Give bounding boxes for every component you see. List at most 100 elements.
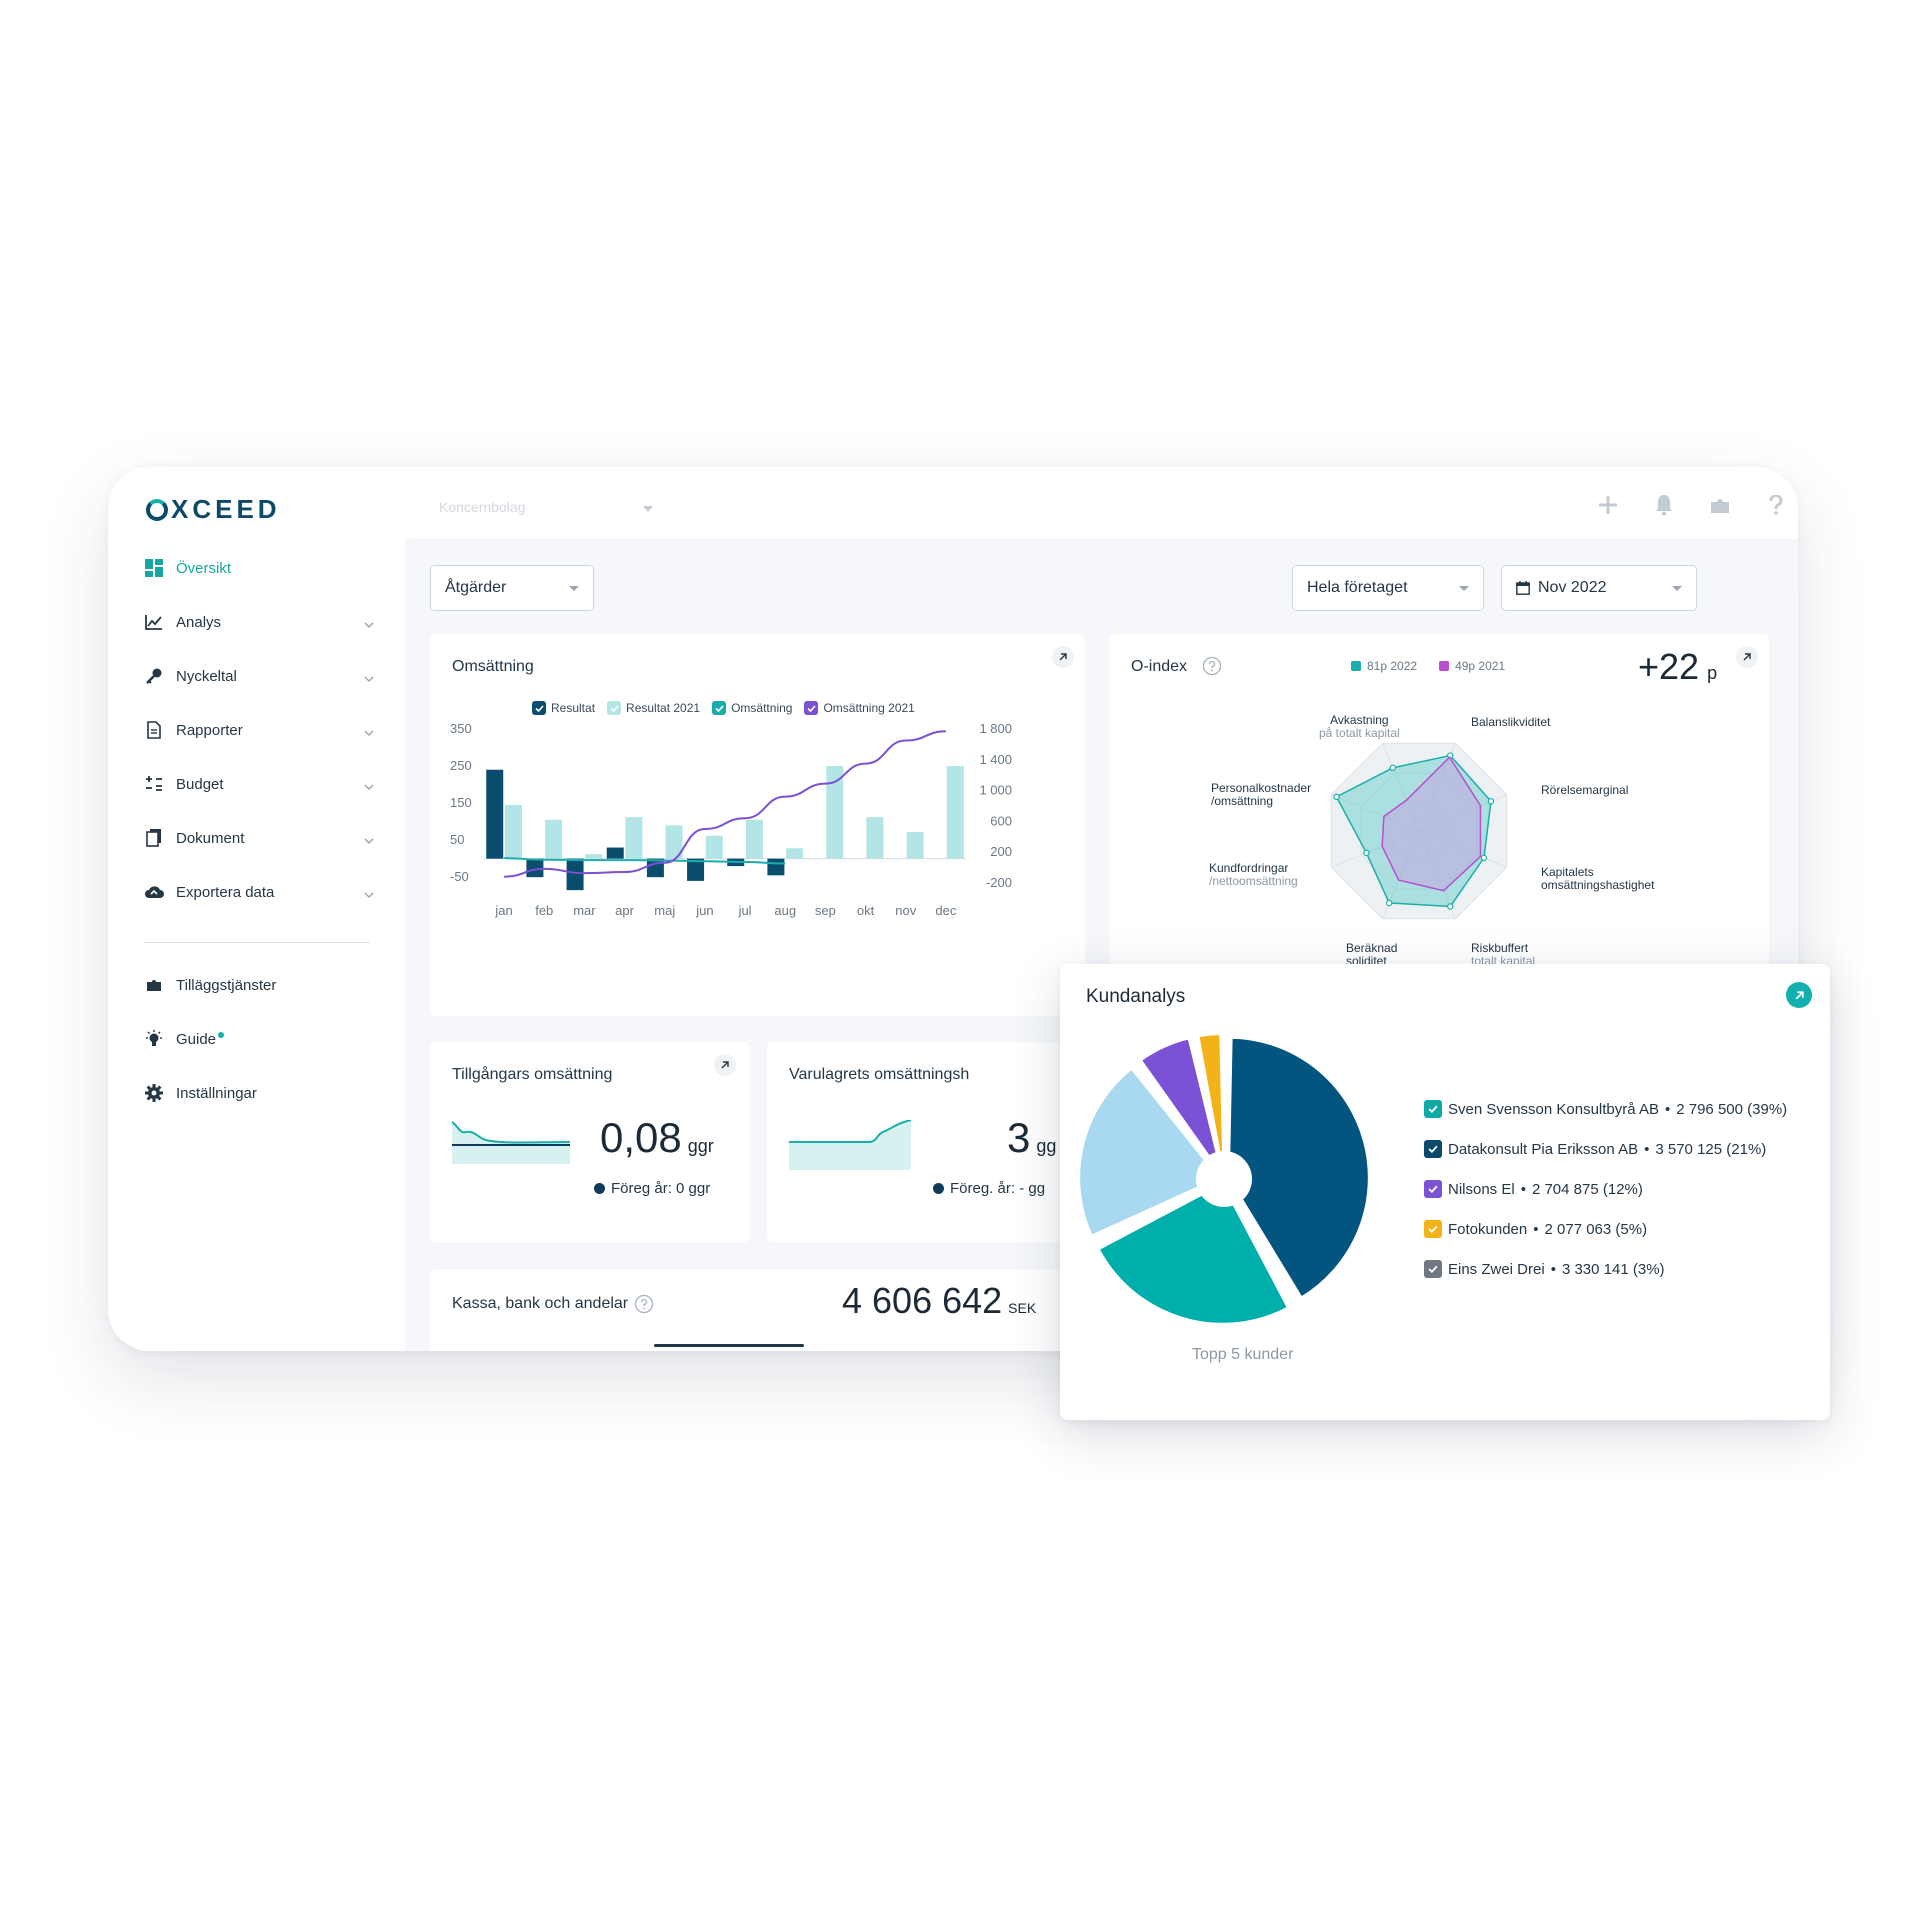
- company-selector[interactable]: Koncernbolag: [439, 499, 525, 515]
- brand-name: XCEED: [171, 494, 281, 524]
- oindex-radar-chart: [1330, 742, 1508, 920]
- bar-resultat: [566, 858, 584, 891]
- card-title-row: Kassa, bank och andelar: [452, 1294, 654, 1314]
- bell-icon[interactable]: [1651, 492, 1677, 518]
- bar-resultat-2021: [745, 819, 763, 859]
- customer-item[interactable]: Nilsons El • 2 704 875 (12%): [1424, 1180, 1643, 1198]
- x-tick-label: aug: [774, 903, 796, 918]
- scope-dropdown[interactable]: Hela företaget: [1292, 565, 1484, 611]
- chevron-down-icon: [364, 885, 374, 902]
- customer-item[interactable]: Eins Zwei Drei • 3 330 141 (3%): [1424, 1260, 1665, 1278]
- tab-indicator: [654, 1344, 804, 1347]
- radar-label-kundfordringar: Kundfordringar/nettoomsättning: [1209, 862, 1298, 888]
- bar-resultat: [486, 769, 504, 859]
- radar-label-sub: /omsättning: [1211, 794, 1274, 808]
- chevron-down-icon: [364, 669, 374, 686]
- cloud-upload-icon: [144, 882, 164, 902]
- pie-hole: [1196, 1151, 1252, 1207]
- expand-icon[interactable]: [1786, 982, 1812, 1008]
- bar-resultat-2021: [906, 831, 924, 859]
- radar-label-rorelsemarginal: Rörelsemarginal: [1541, 784, 1628, 797]
- x-tick-label: nov: [895, 903, 916, 918]
- bar-resultat-2021: [826, 766, 844, 859]
- sidebar-item-rapporter[interactable]: Rapporter: [144, 715, 374, 745]
- kpi-value: 3 gg: [1007, 1114, 1056, 1162]
- puzzle-icon: [144, 975, 164, 995]
- bar-resultat-2021: [786, 848, 804, 859]
- x-tick-label: sep: [815, 903, 836, 918]
- sidebar-item-label: Exportera data: [176, 883, 275, 901]
- y2-tick-label: 200: [990, 844, 1012, 859]
- chevron-down-icon: [364, 777, 374, 794]
- y-tick-label: 350: [450, 721, 472, 736]
- plus-icon[interactable]: [1595, 492, 1621, 518]
- bar-resultat-2021: [705, 835, 723, 859]
- customer-item[interactable]: Sven Svensson Konsultbyrå AB • 2 796 500 (…: [1424, 1100, 1787, 1118]
- radar-label-personalkostnader: Personalkostnader/omsättning: [1211, 782, 1311, 808]
- sidebar-item-guide[interactable]: Guide: [144, 1024, 374, 1054]
- sidebar-item-label: Inställningar: [176, 1084, 257, 1102]
- oindex-card: O-index 81p 2022 49p 2021 +22 p Avkastnin…: [1109, 634, 1769, 1016]
- card-title: Tillgångars omsättning: [452, 1066, 613, 1083]
- help-icon[interactable]: [1763, 492, 1789, 518]
- customer-name: Eins Zwei Drei: [1448, 1260, 1545, 1278]
- period-dropdown-label: Nov 2022: [1538, 579, 1607, 596]
- kpi-previous: Föreg. år: - gg: [933, 1180, 1045, 1197]
- actions-dropdown[interactable]: Åtgärder: [430, 565, 594, 611]
- help-circle-icon[interactable]: [634, 1294, 654, 1314]
- lightbulb-icon: [144, 1029, 164, 1049]
- sidebar-item-tillaggstjanster[interactable]: Tilläggstjänster: [144, 970, 374, 1000]
- chevron-down-icon: [364, 723, 374, 740]
- stage: XCEED Översikt Analys Nyckeltal Rapporte…: [0, 0, 1920, 1920]
- brand-logo[interactable]: XCEED: [146, 494, 281, 525]
- radar-point: [1363, 849, 1370, 857]
- radar-point: [1385, 899, 1393, 907]
- card-title: Kassa, bank och andelar: [452, 1295, 629, 1312]
- radar-label-sub: på totalt kapital: [1319, 726, 1400, 740]
- customer-value: 3 330 141 (3%): [1561, 1260, 1665, 1278]
- sidebar-item-exportera-data[interactable]: Exportera data: [144, 877, 374, 907]
- kpi-previous-label: Föreg år: 0 ggr: [611, 1180, 711, 1197]
- x-tick-label: jul: [738, 903, 752, 918]
- customer-value: 2 796 500 (39%): [1676, 1100, 1788, 1118]
- radar-point: [1447, 903, 1454, 910]
- tillgangar-card: Tillgångars omsättning 0,08 ggr Föreg år:…: [430, 1042, 750, 1242]
- sidebar-item-nyckeltal[interactable]: Nyckeltal: [144, 661, 374, 691]
- separator: •: [1550, 1260, 1556, 1278]
- logo-mark-icon: [146, 498, 168, 521]
- period-dropdown[interactable]: Nov 2022: [1501, 565, 1697, 611]
- bar-resultat-2021: [504, 804, 522, 859]
- files-icon: [144, 828, 164, 848]
- customer-item[interactable]: Fotokunden • 2 077 063 (5%): [1424, 1220, 1647, 1238]
- omsattning-chart: 350 250 150 50 -50 1 800 1 400 1 000 600 200 -200 j…: [450, 721, 1012, 918]
- sidebar-item-dokument[interactable]: Dokument: [144, 823, 374, 853]
- scope-dropdown-label: Hela företaget: [1307, 579, 1408, 596]
- radar-label-sub: omsättningshastighet: [1541, 878, 1655, 892]
- radar-label-main: Balanslikviditet: [1471, 715, 1551, 729]
- bar-resultat: [767, 858, 785, 876]
- sidebar-item-budget[interactable]: Budget: [144, 769, 374, 799]
- card-title: Varulagrets omsättningsh: [789, 1066, 970, 1083]
- kpi-previous: Föreg år: 0 ggr: [594, 1180, 710, 1197]
- caret-down-icon: [569, 586, 579, 591]
- sidebar-item-label: Dokument: [176, 829, 245, 847]
- sidebar-item-installningar[interactable]: Inställningar: [144, 1078, 374, 1108]
- radar-point: [1389, 764, 1397, 772]
- sidebar-item-label: Översikt: [176, 559, 232, 577]
- notification-dot: [218, 1032, 225, 1038]
- check-icon: [1424, 1140, 1442, 1158]
- customer-value: 3 570 125 (21%): [1655, 1140, 1767, 1158]
- check-icon: [1424, 1100, 1442, 1118]
- sidebar-item-analys[interactable]: Analys: [144, 607, 374, 637]
- x-tick-label: jun: [695, 903, 713, 918]
- sidebar-item-label: Nyckeltal: [176, 667, 237, 685]
- y-tick-label: 150: [450, 795, 472, 810]
- expand-icon[interactable]: [714, 1054, 736, 1076]
- customer-item[interactable]: Datakonsult Pia Eriksson AB • 3 570 125 (2…: [1424, 1140, 1766, 1158]
- separator: •: [1533, 1220, 1539, 1238]
- sidebar-item-oversikt[interactable]: Översikt: [144, 553, 374, 583]
- separator: •: [1520, 1180, 1526, 1198]
- puzzle-icon[interactable]: [1707, 492, 1733, 518]
- chevron-down-icon: [364, 615, 374, 632]
- chevron-down-icon[interactable]: [643, 499, 653, 517]
